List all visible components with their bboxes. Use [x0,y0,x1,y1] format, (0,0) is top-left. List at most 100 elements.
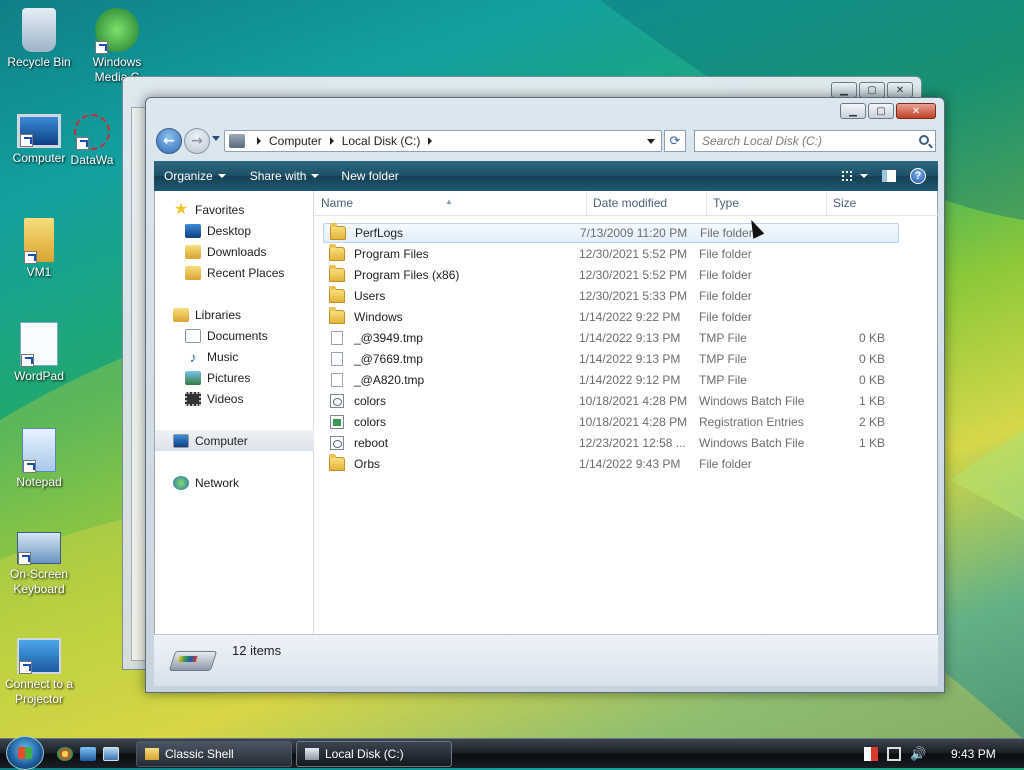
minimize-button[interactable]: ▁ [840,103,866,119]
computer-icon [17,114,61,148]
address-bar[interactable]: Computer Local Disk (C:) [224,130,662,152]
nav-downloads[interactable]: Downloads [155,241,314,262]
folder-icon [329,307,345,324]
file-row[interactable]: Program Files (x86) 12/30/2021 5:52 PM F… [323,265,899,285]
nav-favorites[interactable]: ★ Favorites [155,199,314,220]
views-icon [842,171,852,181]
explorer-window[interactable]: ▁ ▢ ✕ ← → Computer Local Disk (C:) ⟳ Sea… [145,97,945,693]
back-button[interactable]: ← [156,128,182,154]
background-window-controls: ▁ ▢ ✕ [831,82,913,98]
file-size: 0 KB [858,352,885,366]
chevron-down-icon [860,174,868,178]
maximize-button[interactable]: ▢ [859,82,885,98]
breadcrumb-separator-icon[interactable] [428,137,433,145]
column-header-type[interactable]: Type [707,191,827,216]
desktop-icon-windows-media-center[interactable]: Windows Media C [78,8,156,85]
switch-windows-icon[interactable] [103,747,119,761]
nav-network[interactable]: Network [155,472,314,493]
help-icon[interactable]: ? [910,168,926,184]
breadcrumb-separator-icon[interactable] [329,137,334,145]
file-row[interactable]: colors 10/18/2021 4:28 PM Registration E… [323,412,899,432]
file-row[interactable]: _@7669.tmp 1/14/2022 9:13 PM TMP File 0 … [323,349,899,369]
file-row[interactable]: Windows 1/14/2022 9:22 PM File folder [323,307,899,327]
file-type: File folder [699,310,752,324]
file-name: Orbs [354,457,381,471]
nav-music[interactable]: ♪ Music [155,346,314,367]
windows-media-center-icon [95,8,139,54]
share-with-button[interactable]: Share with [241,161,329,191]
nav-documents[interactable]: Documents [155,325,314,346]
desktop-icon-notepad[interactable]: Notepad [0,428,78,490]
file-row[interactable]: reboot 12/23/2021 12:58 ... Windows Batc… [323,433,899,453]
organize-button[interactable]: Organize [154,161,235,191]
file-row[interactable]: Users 12/30/2021 5:33 PM File folder [323,286,899,306]
search-input[interactable]: Search Local Disk (C:) [694,130,936,152]
file-row[interactable]: Orbs 1/14/2022 9:43 PM File folder [323,454,899,474]
nav-label: Music [207,349,239,364]
file-size: 2 KB [858,415,885,429]
preview-pane-icon[interactable] [882,170,896,182]
action-center-flag-icon[interactable] [864,747,878,761]
maximize-button[interactable]: ▢ [868,103,894,119]
clock[interactable]: 9:43 PM [951,747,996,761]
change-view-button[interactable] [842,171,868,181]
file-list-pane: Name ▲ Date modified Type Size PerfLogs 7… [315,191,939,634]
desktop-icon-connect-to-projector[interactable]: Connect to a Projector [0,638,78,707]
volume-icon[interactable]: 🔊 [910,747,926,761]
file-name: Windows [354,310,403,324]
nav-computer[interactable]: Computer [155,430,314,451]
file-name: colors [354,394,387,408]
file-row[interactable]: colors 10/18/2021 4:28 PM Windows Batch … [323,391,899,411]
chrome-icon[interactable] [57,747,73,761]
close-button[interactable]: ✕ [887,82,913,98]
network-icon[interactable] [887,747,901,761]
nav-videos[interactable]: Videos [155,388,314,409]
search-icon[interactable] [919,135,929,145]
desktop-icon-recycle-bin[interactable]: Recycle Bin [0,8,78,70]
file-date: 1/14/2022 9:13 PM [579,352,681,366]
file-date: 10/18/2021 4:28 PM [579,394,688,408]
file-row[interactable]: _@3949.tmp 1/14/2022 9:13 PM TMP File 0 … [323,328,899,348]
folder-icon [330,223,346,240]
column-label: Size [833,196,857,210]
minimize-button[interactable]: ▁ [831,82,857,98]
show-desktop-icon[interactable] [80,747,96,761]
desktop-icon-wordpad[interactable]: WordPad [0,322,78,384]
breadcrumb-separator-icon[interactable] [257,137,261,145]
column-header-date-modified[interactable]: Date modified [587,191,707,216]
nav-recent-places[interactable]: Recent Places [155,262,314,283]
breadcrumb-computer[interactable]: Computer [269,134,322,148]
breadcrumb-local-disk[interactable]: Local Disk (C:) [342,134,421,148]
file-size: 1 KB [858,394,885,408]
nav-desktop[interactable]: Desktop [155,220,314,241]
details-pane: 12 items [154,634,938,686]
taskbar-button-label: Classic Shell [165,747,234,761]
column-header-name[interactable]: Name ▲ [315,191,587,216]
desktop-icon-label: On-Screen Keyboard [9,567,69,596]
desktop-icon-datawa[interactable]: DataWa [62,114,122,168]
file-icon [331,352,343,366]
refresh-button[interactable]: ⟳ [664,130,686,152]
taskbar-button-local-disk[interactable]: Local Disk (C:) [296,741,452,767]
file-row[interactable]: _@A820.tmp 1/14/2022 9:12 PM TMP File 0 … [323,370,899,390]
new-folder-button[interactable]: New folder [332,161,407,191]
address-history-dropdown-icon[interactable] [647,139,655,144]
maximize-icon: ▢ [876,105,886,117]
file-row[interactable]: PerfLogs 7/13/2009 11:20 PM File folder [323,223,899,243]
desktop-icon-on-screen-keyboard[interactable]: On-Screen Keyboard [0,532,78,597]
file-type: Windows Batch File [699,436,805,450]
recent-pages-dropdown-icon[interactable] [212,136,220,141]
column-header-row: Name ▲ Date modified Type Size [315,191,939,216]
close-button[interactable]: ✕ [896,103,936,119]
desktop-icon-vm1[interactable]: VM1 [0,218,78,280]
column-header-size[interactable]: Size [827,191,939,216]
nav-pictures[interactable]: Pictures [155,367,314,388]
explorer-body: ★ Favorites Desktop Downloads Recent Pla… [154,191,939,634]
nav-libraries[interactable]: Libraries [155,304,314,325]
taskbar-button-classic-shell[interactable]: Classic Shell [136,741,292,767]
forward-button[interactable]: → [184,128,210,154]
file-row[interactable]: Program Files 12/30/2021 5:52 PM File fo… [323,244,899,264]
system-tray: 🔊 9:43 PM [864,739,1024,769]
keyboard-icon [17,532,61,565]
start-button[interactable] [6,736,44,770]
